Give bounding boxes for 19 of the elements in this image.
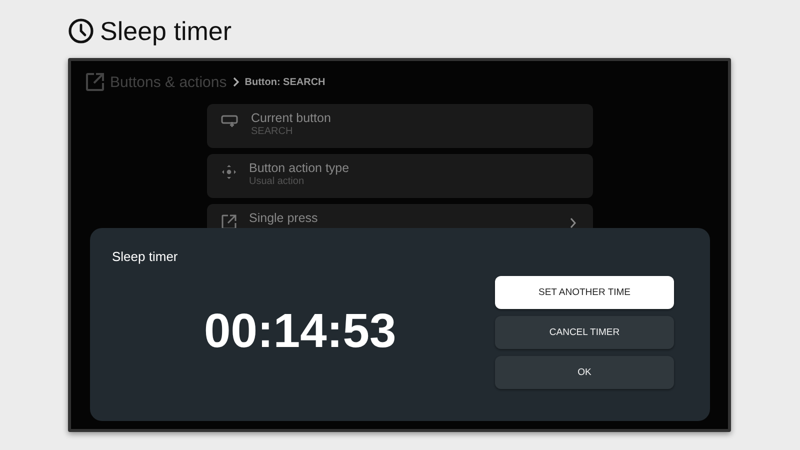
item-title: Current button	[251, 111, 332, 125]
item-title: Single press	[249, 211, 319, 225]
remote-button-icon	[221, 114, 239, 128]
page-title: Sleep timer	[100, 16, 232, 46]
move-arrows-icon	[221, 164, 237, 180]
dialog-button[interactable]: SET ANOTHER TIME	[495, 276, 674, 309]
item-subtitle: SEARCH	[251, 126, 294, 137]
countdown-time: 00:14:53	[204, 304, 396, 359]
breadcrumb-current: Button: SEARCH	[244, 76, 326, 88]
item-subtitle: Usual action	[249, 176, 306, 187]
clock-icon	[68, 18, 94, 44]
dialog-button[interactable]: OK	[495, 356, 674, 389]
open-external-icon	[85, 72, 105, 92]
item-title: Button action type	[249, 161, 350, 175]
dialog-button[interactable]: CANCEL TIMER	[495, 316, 674, 349]
settings-item[interactable]: Current button SEARCH	[207, 104, 593, 148]
chevron-icon	[232, 77, 240, 87]
settings-item[interactable]: Button action type Usual action	[207, 154, 593, 198]
dialog-title: Sleep timer	[112, 249, 178, 264]
